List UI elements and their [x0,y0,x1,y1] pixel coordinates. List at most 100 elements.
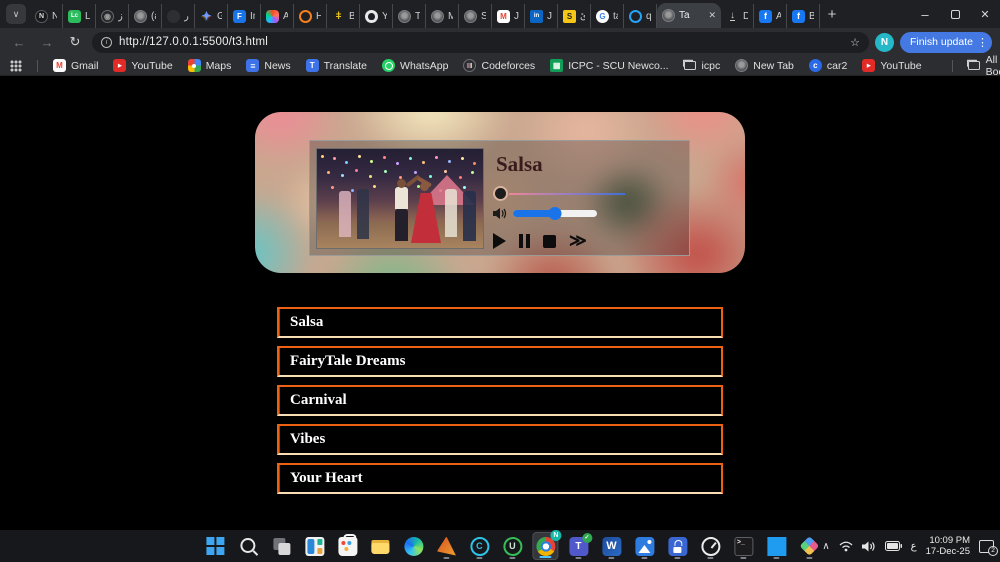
close-icon[interactable] [708,10,716,21]
edge-button[interactable] [400,532,426,560]
playlist-item[interactable]: FairyTale Dreams [277,346,723,377]
progress-thumb[interactable] [493,186,508,201]
browser-tab[interactable]: (a [129,4,162,28]
browser-tab[interactable]: Ta [393,4,426,28]
volume-slider[interactable] [513,207,597,220]
bookmark-item[interactable]: ICPC - SCU Newco... [550,59,669,72]
browser-tab[interactable]: Le [63,4,96,28]
bookmark-item[interactable]: car2 [808,59,847,72]
site-info-icon[interactable] [101,36,112,48]
bookmark-star-icon[interactable] [850,36,860,49]
diamond-app-button[interactable] [796,532,822,560]
address-bar[interactable]: http://127.0.0.1:5500/t3.html [92,31,869,53]
apps-grid-icon[interactable] [10,59,22,72]
browser-tab[interactable]: Si [459,4,492,28]
browser-tab[interactable]: H [294,4,327,28]
ultraiso-button[interactable] [499,532,525,560]
volume-thumb[interactable] [548,207,562,220]
browser-tab[interactable]: ر [162,4,195,28]
browser-tab[interactable]: N [30,4,63,28]
codeforces-app-button[interactable] [466,532,492,560]
browser-tab[interactable]: Ta [657,3,721,28]
browser-tab[interactable]: q [624,4,657,28]
stop-button[interactable] [543,234,556,248]
back-button[interactable] [8,31,30,53]
menu-dots-icon[interactable] [977,36,988,49]
terminal-button[interactable] [730,532,756,560]
maximize-button[interactable] [940,0,970,28]
playlist-item[interactable]: Your Heart [277,463,723,494]
bookmark-item[interactable]: New Tab [735,59,794,72]
volume-tray-icon[interactable] [861,541,876,552]
bookmark-label: YouTube [131,59,173,72]
browser-tab[interactable]: A [754,4,787,28]
browser-tab[interactable]: B [787,4,820,28]
dancer-silhouette [357,189,369,239]
browser-tab[interactable]: ئ [558,4,591,28]
bookmark-item[interactable]: Codeforces [463,59,535,72]
bookmark-item[interactable]: YouTube [862,59,922,72]
new-tab-button[interactable] [820,2,844,26]
playlist-item[interactable]: Vibes [277,424,723,455]
search-button[interactable] [235,532,261,560]
bookmark-item[interactable]: Maps [187,59,231,72]
reload-button[interactable] [64,31,86,53]
minimize-button[interactable] [910,0,940,28]
bookmark-item[interactable]: Gmail [53,59,98,72]
browser-tab[interactable]: ta [591,4,624,28]
playlist-item-label: Your Heart [290,470,363,486]
divider [37,59,38,72]
fast-forward-button[interactable] [569,234,587,248]
start-button[interactable] [202,532,228,560]
gauge-app-button[interactable] [697,532,723,560]
wifi-icon[interactable] [839,541,853,552]
bookmark-item[interactable]: WhatsApp [382,59,448,72]
bookmark-item[interactable]: YouTube [113,59,173,72]
browser-tab[interactable]: Yc [360,4,393,28]
url-text[interactable]: http://127.0.0.1:5500/t3.html [119,36,843,48]
browser-tab[interactable]: In [228,4,261,28]
widgets-button[interactable] [301,532,327,560]
progress-track[interactable] [509,192,625,195]
battery-icon[interactable] [884,541,902,551]
task-view-button[interactable] [268,532,294,560]
clock[interactable]: 10:09 PM 17-Dec-25 [926,535,970,557]
bookmark-item[interactable]: icpc [684,59,721,72]
file-explorer-button[interactable] [367,532,393,560]
browser-tab[interactable]: A [261,4,294,28]
tab-favicon-icon [726,10,739,23]
browser-tab[interactable]: Jl [525,4,558,28]
play-button[interactable] [493,233,506,249]
playlist-item[interactable]: Salsa [277,307,723,338]
playlist-item-label: FairyTale Dreams [290,353,406,369]
word-button[interactable] [598,532,624,560]
all-bookmarks-button[interactable]: All Bookmarks [968,54,1000,78]
browser-tab[interactable]: J [492,4,525,28]
playlist-item[interactable]: Carnival [277,385,723,416]
matlab-button[interactable] [433,532,459,560]
folder-lock-button[interactable] [664,532,690,560]
tab-search-button[interactable] [6,4,26,24]
chrome-button[interactable]: N [532,530,562,560]
browser-tab[interactable]: D [721,4,754,28]
tab-favicon-icon [596,9,609,23]
browser-tab[interactable]: G [195,4,228,28]
browser-tab[interactable]: Br [327,4,360,28]
photos-button[interactable] [631,532,657,560]
bookmark-item[interactable]: News [246,59,291,72]
close-window-button[interactable] [970,0,1000,28]
teams-button[interactable] [565,532,592,560]
browser-tab[interactable]: ز [96,4,129,28]
notification-center-icon[interactable]: 2 [979,539,998,556]
hidden-icons-chevron[interactable]: ∧ [822,541,829,552]
language-indicator[interactable]: ع [911,541,917,552]
bookmark-item[interactable]: Translate [305,59,367,72]
bookmark-favicon-icon [808,59,822,72]
store-button[interactable] [334,532,360,560]
browser-tab[interactable]: M [426,4,459,28]
profile-avatar[interactable]: N [874,32,894,52]
vscode-button[interactable] [763,532,789,560]
forward-button[interactable] [36,31,58,53]
update-chrome-button[interactable]: Finish update [899,31,992,53]
pause-button[interactable] [519,234,530,248]
